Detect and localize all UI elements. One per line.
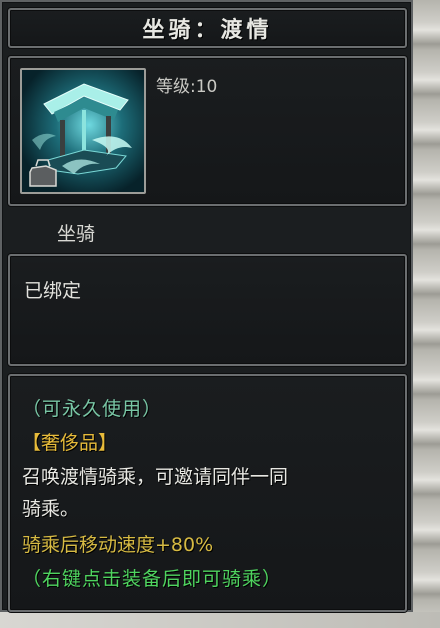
bind-status-panel: 已绑定 bbox=[8, 254, 407, 366]
usage-duration-text: （可永久使用） bbox=[22, 398, 163, 420]
item-type-label: 坐骑 bbox=[57, 223, 96, 245]
pavilion-mount-icon[interactable] bbox=[20, 68, 146, 194]
bind-status-text: 已绑定 bbox=[24, 280, 82, 302]
item-level: 等级:10 bbox=[156, 77, 218, 97]
mount-artwork bbox=[22, 70, 144, 192]
game-screen: 坐骑：渡情 等级:10 坐骑 已绑定 （可永久使用） 【奢侈品】 召唤渡情骑乘，… bbox=[0, 0, 440, 628]
description-line-2: 骑乘。 bbox=[22, 498, 80, 520]
item-tooltip: 坐骑：渡情 等级:10 坐骑 已绑定 （可永久使用） 【奢侈品】 召唤渡情骑乘，… bbox=[0, 0, 413, 612]
item-header-panel: 等级:10 bbox=[8, 56, 407, 206]
description-line-1: 召唤渡情骑乘，可邀请同伴一同 bbox=[22, 466, 289, 488]
background-stone-wall bbox=[410, 0, 440, 628]
effect-text: 骑乘后移动速度+80% bbox=[22, 534, 214, 556]
quality-label: 【奢侈品】 bbox=[22, 432, 118, 454]
tooltip-title-bar: 坐骑：渡情 bbox=[8, 8, 407, 48]
usage-hint-text: （右键点击装备后即可骑乘） bbox=[22, 568, 283, 590]
item-description-panel: （可永久使用） 【奢侈品】 召唤渡情骑乘，可邀请同伴一同 骑乘。 骑乘后移动速度… bbox=[8, 374, 407, 612]
item-title: 坐骑：渡情 bbox=[142, 18, 273, 43]
background-floor bbox=[0, 612, 440, 628]
